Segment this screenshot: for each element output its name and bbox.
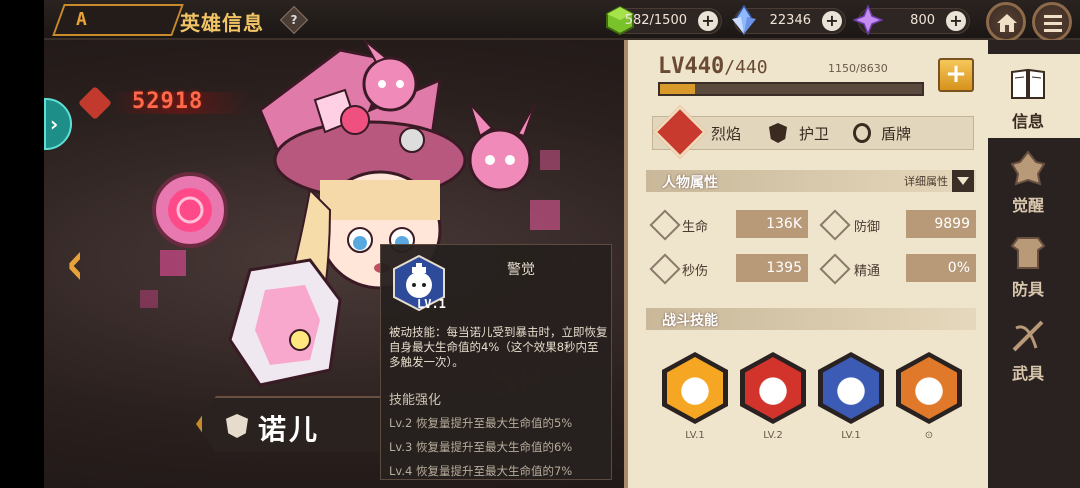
- resource-crystal: 22346 +: [732, 5, 846, 35]
- page-title: 英雄信息: [180, 11, 264, 35]
- prev-hero-arrow-icon[interactable]: ‹: [66, 228, 84, 299]
- level-max: /440: [724, 57, 768, 78]
- shield-round-icon: [853, 123, 871, 143]
- shield-class-icon: [226, 414, 248, 438]
- upgrade-line: Lv.3 恢复量提升至最大生命值的6%: [389, 440, 573, 454]
- screen-edge: [0, 0, 44, 488]
- add-crystal-button[interactable]: +: [822, 11, 842, 31]
- menu-icon: [1044, 15, 1062, 32]
- tooltip-description: 被动技能：每当诺儿受到暴击时，立即恢复自身最大生命值的4%（这个效果8秒内至多触…: [389, 325, 608, 369]
- crossbow-icon: [1012, 320, 1044, 352]
- home-button[interactable]: [986, 2, 1026, 42]
- top-bar: A 英雄信息 ? 582/1500 + 22346 + 800 +: [44, 0, 1080, 42]
- menu-item-awaken[interactable]: 觉醒: [988, 138, 1080, 222]
- tag-flame: 烈焰: [711, 125, 742, 143]
- shield-tag-icon: [769, 123, 787, 143]
- attributes-title: 人物属性: [662, 175, 718, 191]
- menu-item-info[interactable]: 信息: [988, 54, 1080, 138]
- skill-tooltip: LV.1 警觉 被动技能：每当诺儿受到暴击时，立即恢复自身最大生命值的4%（这个…: [380, 244, 612, 480]
- skill-level: LV.1: [841, 430, 861, 441]
- hero-tags: 烈焰 护卫 盾牌: [652, 105, 974, 159]
- menu-item-weapon[interactable]: 武具: [988, 306, 1080, 390]
- menu-label: 信息: [1011, 112, 1044, 131]
- attr-label: 精通: [854, 264, 881, 279]
- tag-shield: 盾牌: [881, 125, 912, 143]
- help-icon[interactable]: ?: [279, 5, 309, 35]
- book-icon: [1011, 68, 1045, 99]
- tooltip-skill-level: LV.1: [417, 297, 446, 311]
- skill-slot[interactable]: LV.1: [662, 348, 732, 441]
- tag-guard: 护卫: [799, 125, 830, 143]
- menu-label: 防具: [1011, 280, 1044, 299]
- hero-stats-panel: LV440/440 1150/8630 + 烈焰 护卫 盾牌 人物属性 详细属性…: [624, 40, 988, 488]
- skill-slot[interactable]: LV.1: [818, 348, 888, 441]
- exp-bar: [658, 82, 924, 96]
- dropdown-arrow-icon[interactable]: [952, 170, 974, 192]
- exp-bar-fill: [660, 84, 695, 94]
- side-expand-tab[interactable]: ›: [44, 98, 72, 150]
- back-logo-button[interactable]: A: [52, 4, 184, 36]
- attr-label: 秒伤: [682, 264, 709, 279]
- attributes-header: 人物属性 详细属性: [646, 170, 976, 192]
- attr-value: 9899: [906, 210, 976, 238]
- hero-name: 诺儿: [258, 413, 321, 446]
- chevron-right-icon: ›: [50, 112, 59, 136]
- skill-level: ⊙: [924, 430, 934, 441]
- purple-gem-icon: [853, 5, 883, 35]
- attr-value: 136K: [736, 210, 808, 238]
- emblem-icon: [1010, 150, 1046, 186]
- add-gem-button[interactable]: +: [946, 11, 966, 31]
- game-screen: A 英雄信息 ? 582/1500 + 22346 + 800 + › 5291…: [0, 0, 1080, 488]
- home-icon: [997, 14, 1017, 32]
- hp-icon: [649, 209, 681, 241]
- attr-label: 防御: [854, 220, 881, 235]
- side-menu: 信息 觉醒 防具 武具: [988, 40, 1080, 488]
- skills-header: 战斗技能: [646, 308, 976, 330]
- blue-crystal-icon: [732, 5, 756, 35]
- fist-icon: [78, 86, 112, 120]
- add-stamina-button[interactable]: +: [698, 11, 718, 31]
- skill-slot[interactable]: ⊙: [896, 348, 966, 441]
- gem-value: 800: [910, 13, 935, 28]
- level-up-button[interactable]: +: [938, 58, 974, 92]
- level-value: LV440: [658, 54, 725, 79]
- menu-label: 武具: [1011, 364, 1044, 383]
- skill-level: LV.1: [685, 430, 705, 441]
- attr-label: 生命: [682, 220, 709, 235]
- menu-label: 觉醒: [1011, 196, 1044, 215]
- tooltip-title: 警觉: [507, 262, 535, 278]
- exp-value: 1150/8630: [828, 62, 888, 75]
- skill-slot[interactable]: LV.2: [740, 348, 810, 441]
- menu-item-armor[interactable]: 防具: [988, 222, 1080, 306]
- crystal-value: 22346: [769, 13, 811, 28]
- dps-icon: [649, 253, 681, 285]
- detail-attributes-link[interactable]: 详细属性: [904, 173, 948, 189]
- level-display: LV440/440: [658, 54, 768, 79]
- skills-title: 战斗技能: [662, 313, 718, 329]
- upgrade-line: Lv.4 恢复量提升至最大生命值的7%: [389, 464, 573, 478]
- stamina-value: 582/1500: [624, 13, 687, 28]
- upgrade-line: Lv.2 恢复量提升至最大生命值的5%: [389, 416, 573, 430]
- menu-button[interactable]: [1032, 2, 1072, 42]
- attr-value: 0%: [906, 254, 976, 282]
- resource-gem: 800 +: [853, 5, 970, 35]
- mastery-icon: [819, 253, 851, 285]
- tooltip-upgrade-title: 技能强化: [389, 393, 442, 408]
- skill-level: LV.2: [763, 430, 783, 441]
- attr-value: 1395: [736, 254, 808, 282]
- defense-icon: [819, 209, 851, 241]
- flame-element-icon: [653, 105, 707, 159]
- logo-text: A: [76, 9, 89, 30]
- armor-icon: [1010, 237, 1046, 269]
- help-glyph: ?: [290, 13, 298, 27]
- resource-stamina: 582/1500 +: [606, 5, 722, 35]
